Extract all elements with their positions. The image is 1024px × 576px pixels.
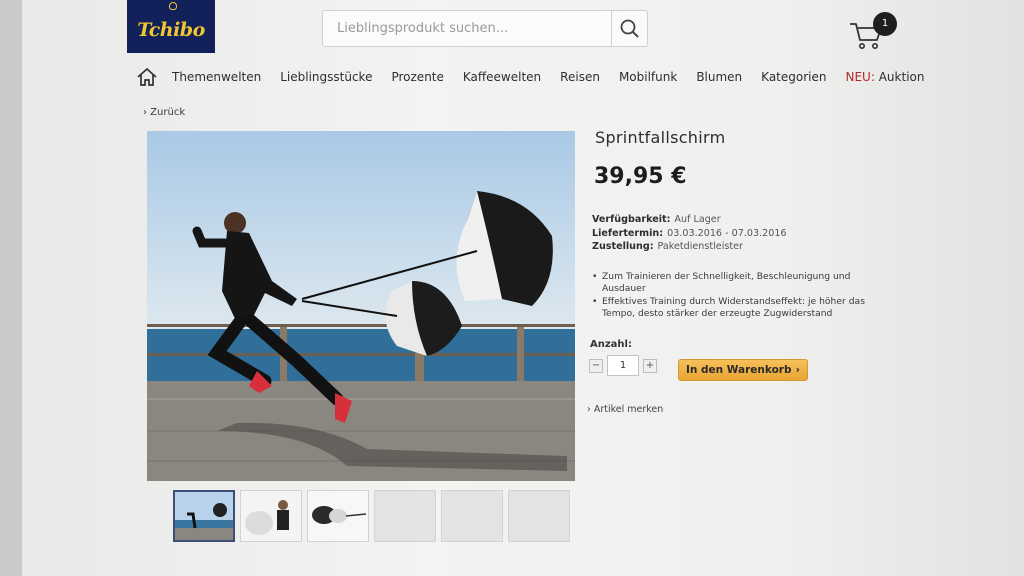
nav-item-blumen[interactable]: Blumen: [696, 70, 742, 84]
availability-value: Auf Lager: [674, 214, 721, 225]
product-title: Sprintfallschirm: [595, 128, 726, 147]
save-item-link[interactable]: › Artikel merken: [587, 404, 663, 415]
availability-label: Verfügbarkeit:: [592, 214, 671, 225]
thumbnail-2[interactable]: [240, 490, 302, 542]
sprinter-parachute-photo: [147, 131, 575, 481]
quantity-plus-button[interactable]: +: [643, 359, 657, 373]
nav-item-prozente[interactable]: Prozente: [391, 70, 443, 84]
thumbnail-6: [508, 490, 570, 542]
logo-text: Tchibo: [137, 19, 205, 41]
product-price: 39,95 €: [594, 164, 687, 189]
nav-item-mobilfunk[interactable]: Mobilfunk: [619, 70, 677, 84]
delivery-value: 03.03.2016 - 07.03.2016: [667, 227, 787, 239]
chevron-right-icon: ›: [795, 364, 800, 376]
search-input[interactable]: Lieblingsprodukt suchen...: [322, 10, 612, 47]
cart-count-badge: 1: [873, 12, 897, 36]
nav-item-auktion[interactable]: NEU: Auktion: [846, 70, 925, 84]
search-icon: [620, 19, 639, 38]
product-image[interactable]: [147, 131, 575, 481]
auktion-label: Auktion: [878, 70, 925, 84]
quantity-minus-button[interactable]: −: [589, 359, 603, 373]
nav-item-kategorien[interactable]: Kategorien: [761, 70, 826, 84]
delivery-label: Liefertermin:: [592, 227, 664, 239]
product-meta: Verfügbarkeit: Auf Lager Liefertermin: 03.…: [592, 213, 787, 254]
feature-item: Zum Trainieren der Schnelligkeit, Beschl…: [592, 271, 882, 296]
feature-item: Effektives Training durch Widerstandseff…: [592, 296, 882, 321]
feature-list: Zum Trainieren der Schnelligkeit, Beschl…: [592, 271, 882, 320]
main-nav: Themenwelten Lieblingsstücke Prozente Ka…: [136, 64, 943, 90]
thumbnail-3[interactable]: [307, 490, 369, 542]
shipping-value: Paketdienstleister: [657, 241, 743, 252]
coffee-cup-icon: [169, 2, 177, 10]
quantity-input[interactable]: 1: [607, 355, 639, 376]
nav-item-reisen[interactable]: Reisen: [560, 70, 600, 84]
thumbnail-1[interactable]: [173, 490, 235, 542]
thumbnail-5: [441, 490, 503, 542]
thumbnail-4: [374, 490, 436, 542]
thumbnail-strip: [173, 490, 570, 542]
back-link[interactable]: › Zurück: [143, 107, 185, 118]
quantity-label: Anzahl:: [590, 339, 632, 350]
search-button[interactable]: [611, 10, 648, 47]
nav-item-lieblingsstuecke[interactable]: Lieblingsstücke: [280, 70, 372, 84]
shipping-label: Zustellung:: [592, 241, 654, 252]
nav-item-kaffeewelten[interactable]: Kaffeewelten: [463, 70, 541, 84]
add-to-cart-label: In den Warenkorb: [686, 364, 792, 376]
add-to-cart-button[interactable]: In den Warenkorb ›: [678, 359, 808, 381]
new-prefix: NEU:: [845, 70, 875, 84]
nav-item-themenwelten[interactable]: Themenwelten: [172, 70, 261, 84]
home-icon[interactable]: [136, 66, 158, 88]
tchibo-logo[interactable]: Tchibo: [127, 0, 215, 53]
